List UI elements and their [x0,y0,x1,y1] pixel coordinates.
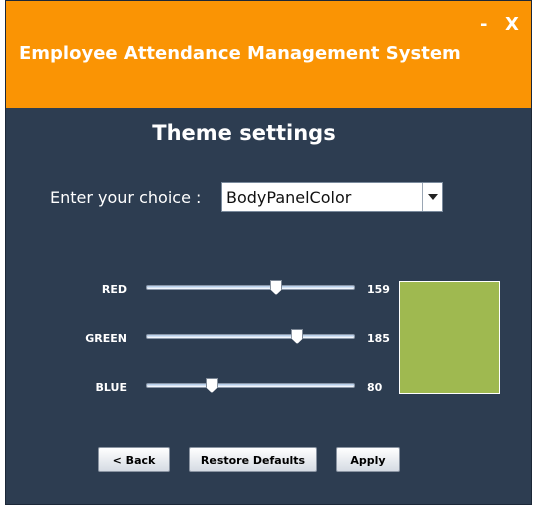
title-bar: Employee Attendance Management System - … [6,1,531,108]
minimize-button[interactable]: - [480,14,487,36]
green-label: GREEN [85,332,127,345]
red-slider[interactable] [146,280,355,295]
red-slider-thumb[interactable] [270,280,283,295]
blue-value: 80 [367,381,383,394]
red-value: 159 [367,283,390,296]
color-preview-swatch [399,281,500,394]
close-button[interactable]: X [505,14,519,36]
back-button[interactable]: < Back [98,447,170,472]
green-value: 185 [367,332,390,345]
blue-slider[interactable] [146,378,355,393]
restore-defaults-button[interactable]: Restore Defaults [189,447,317,472]
chevron-down-icon[interactable] [422,183,442,211]
app-title: Employee Attendance Management System [19,43,461,64]
dropdown-selected-value: BodyPanelColor [226,188,352,207]
blue-slider-thumb[interactable] [205,378,218,393]
red-label: RED [101,283,127,296]
theme-settings-heading: Theme settings [152,121,336,145]
choice-label: Enter your choice : [50,188,202,207]
app-window: Employee Attendance Management System - … [5,0,532,505]
theme-choice-dropdown[interactable]: BodyPanelColor [221,182,443,212]
apply-button[interactable]: Apply [336,447,400,472]
green-slider[interactable] [146,329,355,344]
blue-label: BLUE [95,381,127,394]
green-slider-thumb[interactable] [291,329,304,344]
